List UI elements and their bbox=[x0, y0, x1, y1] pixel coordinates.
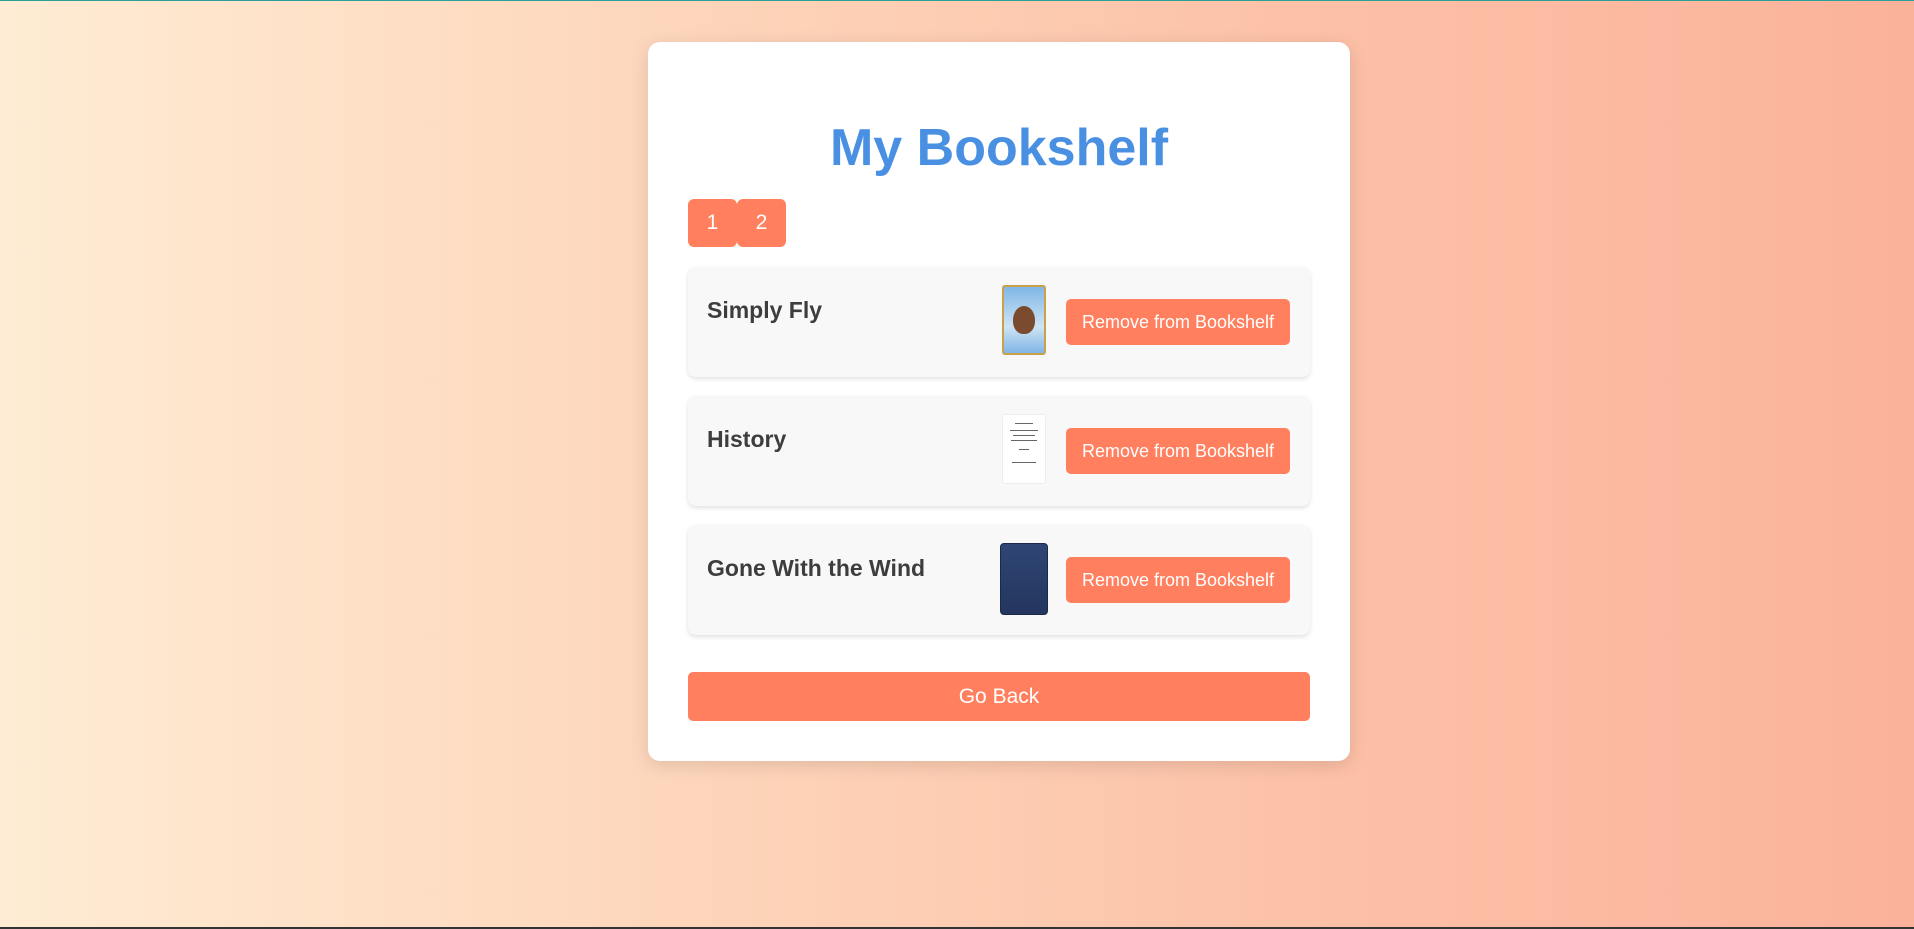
remove-from-bookshelf-button[interactable]: Remove from Bookshelf bbox=[1066, 299, 1290, 345]
book-item: History Remove from Bookshelf bbox=[688, 396, 1310, 506]
book-cover-image bbox=[1002, 285, 1046, 355]
go-back-button[interactable]: Go Back bbox=[688, 672, 1310, 721]
remove-from-bookshelf-button[interactable]: Remove from Bookshelf bbox=[1066, 428, 1290, 474]
page-title: My Bookshelf bbox=[829, 119, 1169, 177]
bookshelf-card: My Bookshelf 1 2 Simply Fly Remove from … bbox=[648, 42, 1350, 761]
page-button-2[interactable]: 2 bbox=[737, 199, 786, 247]
book-item: Gone With the Wind Remove from Bookshelf bbox=[688, 525, 1310, 635]
book-list: Simply Fly Remove from Bookshelf History… bbox=[688, 267, 1310, 654]
book-title: History bbox=[707, 426, 787, 452]
pagination: 1 2 bbox=[688, 199, 786, 247]
book-cover-image bbox=[1000, 543, 1048, 615]
page-button-1[interactable]: 1 bbox=[688, 199, 737, 247]
book-title: Gone With the Wind bbox=[707, 555, 926, 581]
book-title: Simply Fly bbox=[707, 297, 823, 323]
book-item: Simply Fly Remove from Bookshelf bbox=[688, 267, 1310, 377]
remove-from-bookshelf-button[interactable]: Remove from Bookshelf bbox=[1066, 557, 1290, 603]
book-cover-image bbox=[1002, 414, 1046, 484]
